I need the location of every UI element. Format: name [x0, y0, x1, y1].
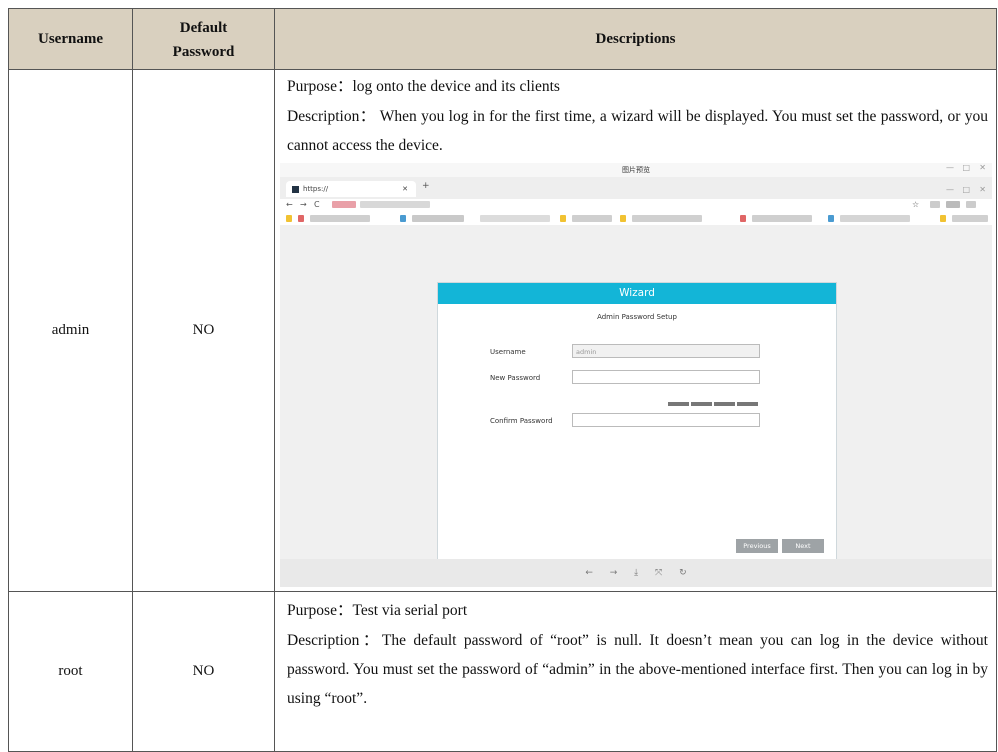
- new-password-field[interactable]: [572, 370, 760, 384]
- browser-chrome: https:// ✕ + — □ ✕ ← → C ☆: [280, 177, 992, 213]
- address-blur: [360, 201, 430, 208]
- new-password-label: New Password: [490, 374, 541, 382]
- header-default-line1: Default: [179, 20, 228, 36]
- confirm-password-field[interactable]: [572, 413, 760, 427]
- next-arrow-icon[interactable]: →: [610, 568, 618, 578]
- password-strength-meter: [668, 393, 760, 411]
- new-tab-icon: +: [422, 181, 430, 191]
- browser-tab: https:// ✕: [286, 181, 416, 197]
- username-field[interactable]: admin: [572, 344, 760, 358]
- username-label: Username: [490, 348, 526, 356]
- rotate-icon[interactable]: ↻: [679, 568, 687, 578]
- previous-arrow-icon[interactable]: ←: [585, 568, 593, 578]
- cell-default-password: NO: [132, 69, 275, 592]
- table-row: root NO Purpose：Test via serial port Des…: [8, 591, 997, 752]
- cell-default-password: NO: [132, 591, 275, 752]
- header-username: Username: [8, 8, 133, 70]
- extension-blur: [930, 201, 940, 208]
- table-row: admin NO Purpose：log onto the device and…: [8, 69, 997, 592]
- previous-button[interactable]: Previous: [736, 539, 778, 553]
- browser-page: Wizard Admin Password Setup Username adm…: [280, 225, 992, 560]
- table-header-row: Username Default Password Descriptions: [8, 8, 997, 70]
- wizard-subtitle: Admin Password Setup: [597, 313, 677, 321]
- address-blur: [332, 201, 356, 208]
- cell-username: admin: [8, 69, 133, 592]
- extension-blur: [946, 201, 960, 208]
- bookmarks-bar: [280, 213, 992, 225]
- description-text: Description： When you log in for the fir…: [287, 108, 988, 154]
- wizard-dialog: Wizard Admin Password Setup Username adm…: [437, 282, 837, 560]
- back-arrow-icon: ←: [286, 200, 293, 209]
- wizard-title: Wizard: [438, 283, 836, 304]
- cell-username: root: [8, 591, 133, 752]
- description-text: Description：The default password of “roo…: [287, 632, 988, 707]
- purpose-text: Purpose：log onto the device and its clie…: [287, 78, 560, 95]
- confirm-password-label: Confirm Password: [490, 417, 553, 425]
- maximize-icon: □: [962, 163, 970, 172]
- tab-close-icon: ✕: [402, 185, 408, 193]
- tab-title: https://: [303, 185, 329, 193]
- browser-close-icon: ✕: [979, 185, 986, 194]
- fullscreen-icon[interactable]: ⤧: [655, 568, 662, 578]
- user-table: Username Default Password Descriptions a…: [8, 8, 997, 752]
- browser-minimize-icon: —: [946, 185, 954, 194]
- extension-blur: [966, 201, 976, 208]
- embedded-screenshot: 图片预览 — □ ✕ https:// ✕ + — □ ✕ ← → C ☆ Wi…: [280, 163, 992, 587]
- star-icon: ☆: [912, 200, 920, 209]
- minimize-icon: —: [946, 163, 954, 172]
- cell-description: Purpose：log onto the device and its clie…: [274, 69, 997, 592]
- cell-description: Purpose：Test via serial port Description…: [274, 591, 997, 752]
- next-button[interactable]: Next: [782, 539, 824, 553]
- window-title: 图片预览: [280, 163, 992, 177]
- reload-icon: C: [314, 200, 320, 209]
- purpose-text: Purpose：Test via serial port: [287, 602, 468, 619]
- forward-arrow-icon: →: [300, 200, 307, 209]
- header-default-password: Default Password: [132, 8, 275, 70]
- close-icon: ✕: [979, 163, 986, 172]
- download-icon[interactable]: ⤓: [634, 568, 638, 578]
- viewer-toolbar: ← → ⤓ ⤧ ↻: [280, 559, 992, 587]
- header-descriptions: Descriptions: [274, 8, 997, 70]
- header-default-line2: Password: [172, 44, 235, 60]
- favicon-icon: [292, 185, 299, 193]
- address-row: ← → C ☆: [280, 199, 992, 213]
- browser-maximize-icon: □: [962, 185, 970, 194]
